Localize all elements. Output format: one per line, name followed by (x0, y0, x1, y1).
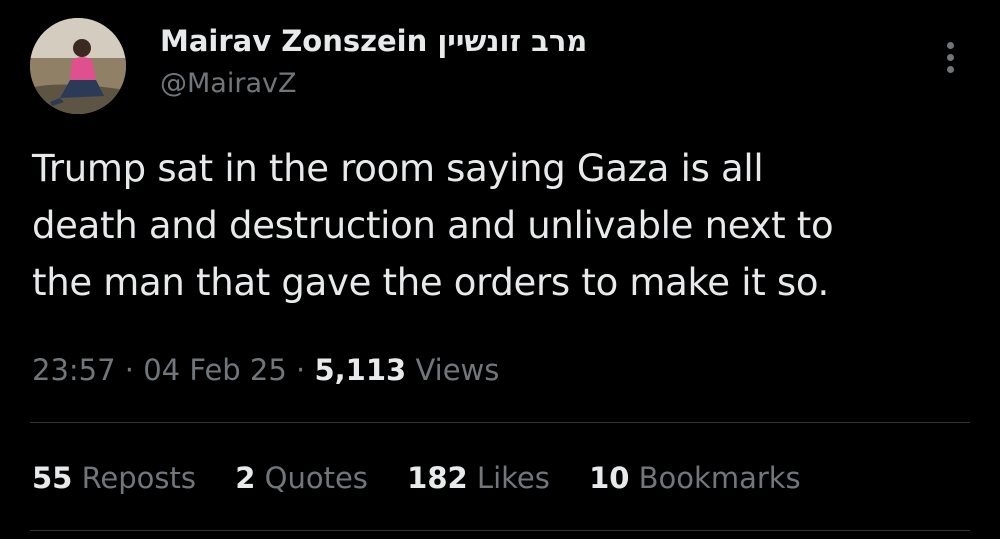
tweet-time[interactable]: 23:57 (32, 353, 116, 387)
quotes-label: Quotes (264, 461, 368, 495)
more-vertical-icon (947, 54, 954, 61)
tweet-date[interactable]: 04 Feb 25 (143, 353, 287, 387)
views-label: Views (415, 353, 500, 387)
display-name[interactable]: Mairav Zonszein מרב זונשיין (160, 20, 587, 62)
views-count: 5,113 (314, 353, 407, 387)
likes-label: Likes (476, 461, 550, 495)
bookmarks-stat[interactable]: 10 Bookmarks (589, 458, 801, 498)
divider-bottom (30, 530, 970, 531)
bookmarks-count: 10 (589, 461, 630, 495)
tweet-meta: 23:57 · 04 Feb 25 · 5,113 Views (32, 350, 499, 390)
reposts-label: Reposts (81, 461, 197, 495)
more-options-button[interactable] (936, 38, 966, 78)
avatar-image (30, 18, 126, 114)
engagement-stats: 55 Reposts 2 Quotes 182 Likes 10 Bookmar… (32, 458, 831, 498)
likes-stat[interactable]: 182 Likes (407, 458, 550, 498)
meta-separator: · (296, 353, 306, 387)
quotes-stat[interactable]: 2 Quotes (235, 458, 368, 498)
reposts-count: 55 (32, 461, 73, 495)
more-vertical-icon (947, 42, 954, 49)
more-vertical-icon (947, 66, 954, 73)
avatar[interactable] (30, 18, 126, 114)
tweet-card: Mairav Zonszein מרב זונשיין @MairavZ Tru… (0, 0, 1000, 539)
divider-top (30, 422, 970, 423)
user-handle[interactable]: @MairavZ (160, 66, 587, 102)
tweet-text: Trump sat in the room saying Gaza is all… (32, 147, 834, 304)
quotes-count: 2 (235, 461, 256, 495)
likes-count: 182 (407, 461, 468, 495)
bookmarks-label: Bookmarks (638, 461, 801, 495)
tweet-header: Mairav Zonszein מרב זונשיין @MairavZ (160, 20, 587, 102)
meta-separator: · (124, 353, 135, 387)
reposts-stat[interactable]: 55 Reposts (32, 458, 196, 498)
